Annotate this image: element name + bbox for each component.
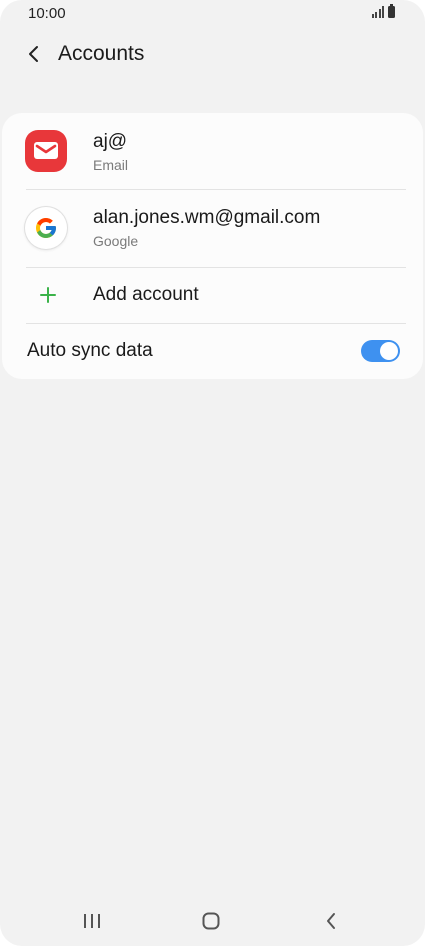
home-button[interactable] <box>191 908 231 934</box>
add-account-button[interactable]: Add account <box>2 268 423 323</box>
recent-apps-button[interactable] <box>72 908 112 934</box>
accounts-card: aj@ Email alan.jones.wm@gmail.com Google <box>2 113 423 379</box>
signal-icon <box>371 6 384 18</box>
auto-sync-label: Auto sync data <box>27 340 153 361</box>
google-icon <box>25 207 67 249</box>
auto-sync-toggle[interactable] <box>361 340 400 362</box>
back-icon <box>327 913 335 929</box>
account-row-google[interactable]: alan.jones.wm@gmail.com Google <box>2 190 423 267</box>
navigation-bar <box>0 896 425 946</box>
home-icon <box>202 912 220 930</box>
page-title: Accounts <box>58 42 145 65</box>
account-type: Email <box>93 157 129 173</box>
screen: 10:00 Accounts aj@ Email alan.jones.wm@g… <box>0 0 425 946</box>
toggle-knob <box>380 342 398 360</box>
account-row-email[interactable]: aj@ Email <box>2 113 423 189</box>
status-icons <box>371 4 395 18</box>
chevron-left-icon <box>29 46 38 62</box>
battery-icon <box>388 4 395 18</box>
recent-apps-icon <box>84 914 100 928</box>
account-name: alan.jones.wm@gmail.com <box>93 207 321 228</box>
header: Accounts <box>0 30 425 80</box>
back-nav-button[interactable] <box>311 908 351 934</box>
status-time: 10:00 <box>28 5 66 22</box>
account-name: aj@ <box>93 131 128 152</box>
email-app-icon <box>25 130 67 172</box>
auto-sync-row[interactable]: Auto sync data <box>2 324 423 379</box>
add-account-label: Add account <box>93 284 199 305</box>
plus-icon <box>38 285 58 305</box>
status-bar: 10:00 <box>0 0 425 26</box>
account-type: Google <box>93 233 139 249</box>
back-button[interactable] <box>18 38 50 70</box>
